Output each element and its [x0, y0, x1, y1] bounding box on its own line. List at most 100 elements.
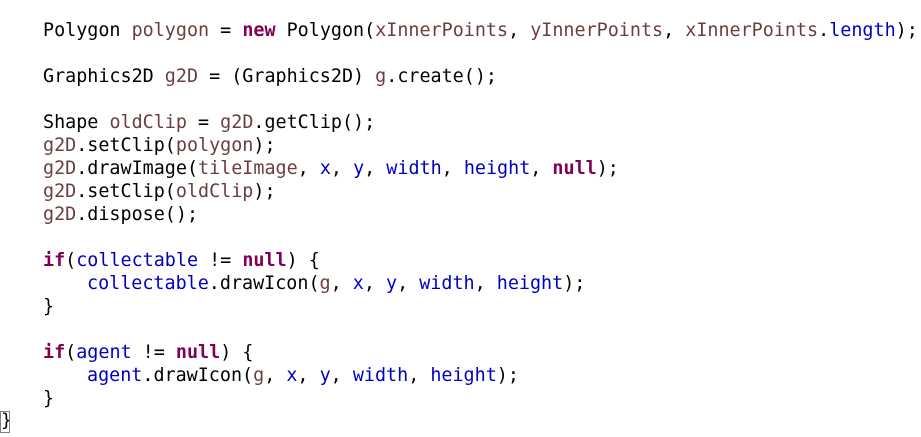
code-line-7: g2D.dispose();	[43, 203, 198, 226]
code-text: Polygon(	[275, 20, 376, 41]
code-text: (	[65, 342, 77, 363]
code-text: .dispose();	[76, 204, 199, 225]
code-variable: yInnerPoints	[530, 20, 664, 41]
code-field: y	[386, 273, 398, 294]
code-field: y	[353, 158, 365, 179]
code-text: );	[496, 365, 519, 386]
code-text: !=	[198, 250, 243, 271]
code-variable: polygon	[131, 20, 210, 41]
code-line-6: g2D.setClip(oldClip);	[43, 180, 276, 203]
code-text: ,	[264, 365, 287, 386]
matching-brace-highlight[interactable]: }	[0, 411, 10, 433]
code-variable: oldClip	[109, 112, 187, 133]
code-text: );	[253, 135, 276, 156]
code-editor[interactable]: Polygon polygon = new Polygon(xInnerPoin…	[0, 0, 921, 437]
code-text: .setClip(	[76, 135, 176, 156]
code-variable: g	[253, 365, 265, 386]
code-variable: tileImage	[198, 158, 298, 179]
code-line-8: if(collectable != null) {	[43, 249, 320, 272]
code-text: ,	[508, 20, 531, 41]
code-text: );	[253, 181, 276, 202]
code-keyword: new	[242, 20, 276, 41]
code-text: .drawImage(	[76, 158, 199, 179]
code-text: =	[186, 112, 221, 133]
code-text: =	[209, 20, 243, 41]
code-variable: xInnerPoints	[375, 20, 509, 41]
code-text: ,	[364, 158, 387, 179]
code-field: width	[352, 365, 409, 386]
code-text: );	[596, 158, 619, 179]
code-field: collectable	[76, 250, 199, 271]
code-text: = (Graphics2D)	[198, 66, 376, 87]
code-text: Polygon	[43, 20, 132, 41]
code-variable: g2D	[43, 135, 77, 156]
code-text: ,	[330, 273, 353, 294]
code-field: agent	[87, 365, 143, 386]
code-text: );	[563, 273, 586, 294]
code-text: ,	[363, 273, 386, 294]
code-text: .	[818, 20, 830, 41]
code-line-2: Graphics2D g2D = (Graphics2D) g.create()…	[43, 65, 497, 88]
code-text: ,	[441, 158, 464, 179]
code-field: height	[430, 365, 497, 386]
code-variable: g2D	[164, 66, 199, 87]
code-variable: g	[375, 66, 387, 87]
code-line-5: g2D.drawImage(tileImage, x, y, width, he…	[43, 157, 619, 180]
code-text: }	[43, 296, 55, 317]
code-line-10: }	[43, 295, 54, 318]
code-text: .setClip(	[76, 181, 176, 202]
code-variable: g2D	[43, 204, 77, 225]
code-text: .drawIcon(	[142, 365, 254, 386]
code-field: height	[463, 158, 531, 179]
code-line-13: }	[43, 387, 54, 410]
code-line-11: if(agent != null) {	[43, 341, 253, 364]
code-field: y	[319, 365, 331, 386]
code-variable: g	[319, 273, 331, 294]
code-text: ,	[408, 365, 431, 386]
code-text: .create();	[386, 66, 497, 87]
code-field: width	[419, 273, 475, 294]
code-text: ,	[530, 158, 553, 179]
code-text: ) {	[220, 342, 254, 363]
code-text: ,	[330, 365, 353, 386]
code-text: ,	[330, 158, 354, 179]
code-text: ,	[297, 365, 320, 386]
code-text: !=	[131, 342, 176, 363]
code-text: Shape	[43, 112, 110, 133]
code-text: .getClip();	[253, 112, 376, 133]
code-variable: oldClip	[175, 181, 254, 202]
code-keyword: null	[242, 250, 287, 271]
code-keyword: null	[175, 342, 221, 363]
code-keyword: if	[43, 250, 66, 271]
code-text: ,	[297, 158, 320, 179]
code-keyword: if	[43, 342, 66, 363]
code-line-3: Shape oldClip = g2D.getClip();	[43, 111, 375, 134]
code-text: Graphics2D	[43, 66, 165, 87]
code-text: ,	[397, 273, 420, 294]
code-text: );	[895, 20, 918, 41]
code-variable: g2D	[220, 112, 254, 133]
code-field: height	[496, 273, 564, 294]
code-variable: g2D	[43, 158, 77, 179]
code-variable: g2D	[43, 181, 77, 202]
code-line-4: g2D.setClip(polygon);	[43, 134, 276, 157]
code-field: x	[286, 365, 298, 386]
code-text: ,	[663, 20, 686, 41]
code-text: ,	[474, 273, 497, 294]
code-field: width	[386, 158, 442, 179]
code-keyword: null	[552, 158, 597, 179]
code-text: ) {	[286, 250, 320, 271]
code-text: }	[43, 388, 55, 409]
code-line-1: Polygon polygon = new Polygon(xInnerPoin…	[43, 19, 918, 42]
code-field: agent	[76, 342, 132, 363]
code-field: x	[352, 273, 364, 294]
code-variable: polygon	[175, 135, 254, 156]
code-field: length	[829, 20, 896, 41]
code-variable: xInnerPoints	[685, 20, 819, 41]
code-text: .drawIcon(	[208, 273, 320, 294]
code-field: collectable	[87, 273, 209, 294]
code-field: x	[319, 158, 331, 179]
code-line-9: collectable.drawIcon(g, x, y, width, hei…	[87, 272, 585, 295]
code-text: (	[65, 250, 77, 271]
code-line-12: agent.drawIcon(g, x, y, width, height);	[87, 364, 519, 387]
